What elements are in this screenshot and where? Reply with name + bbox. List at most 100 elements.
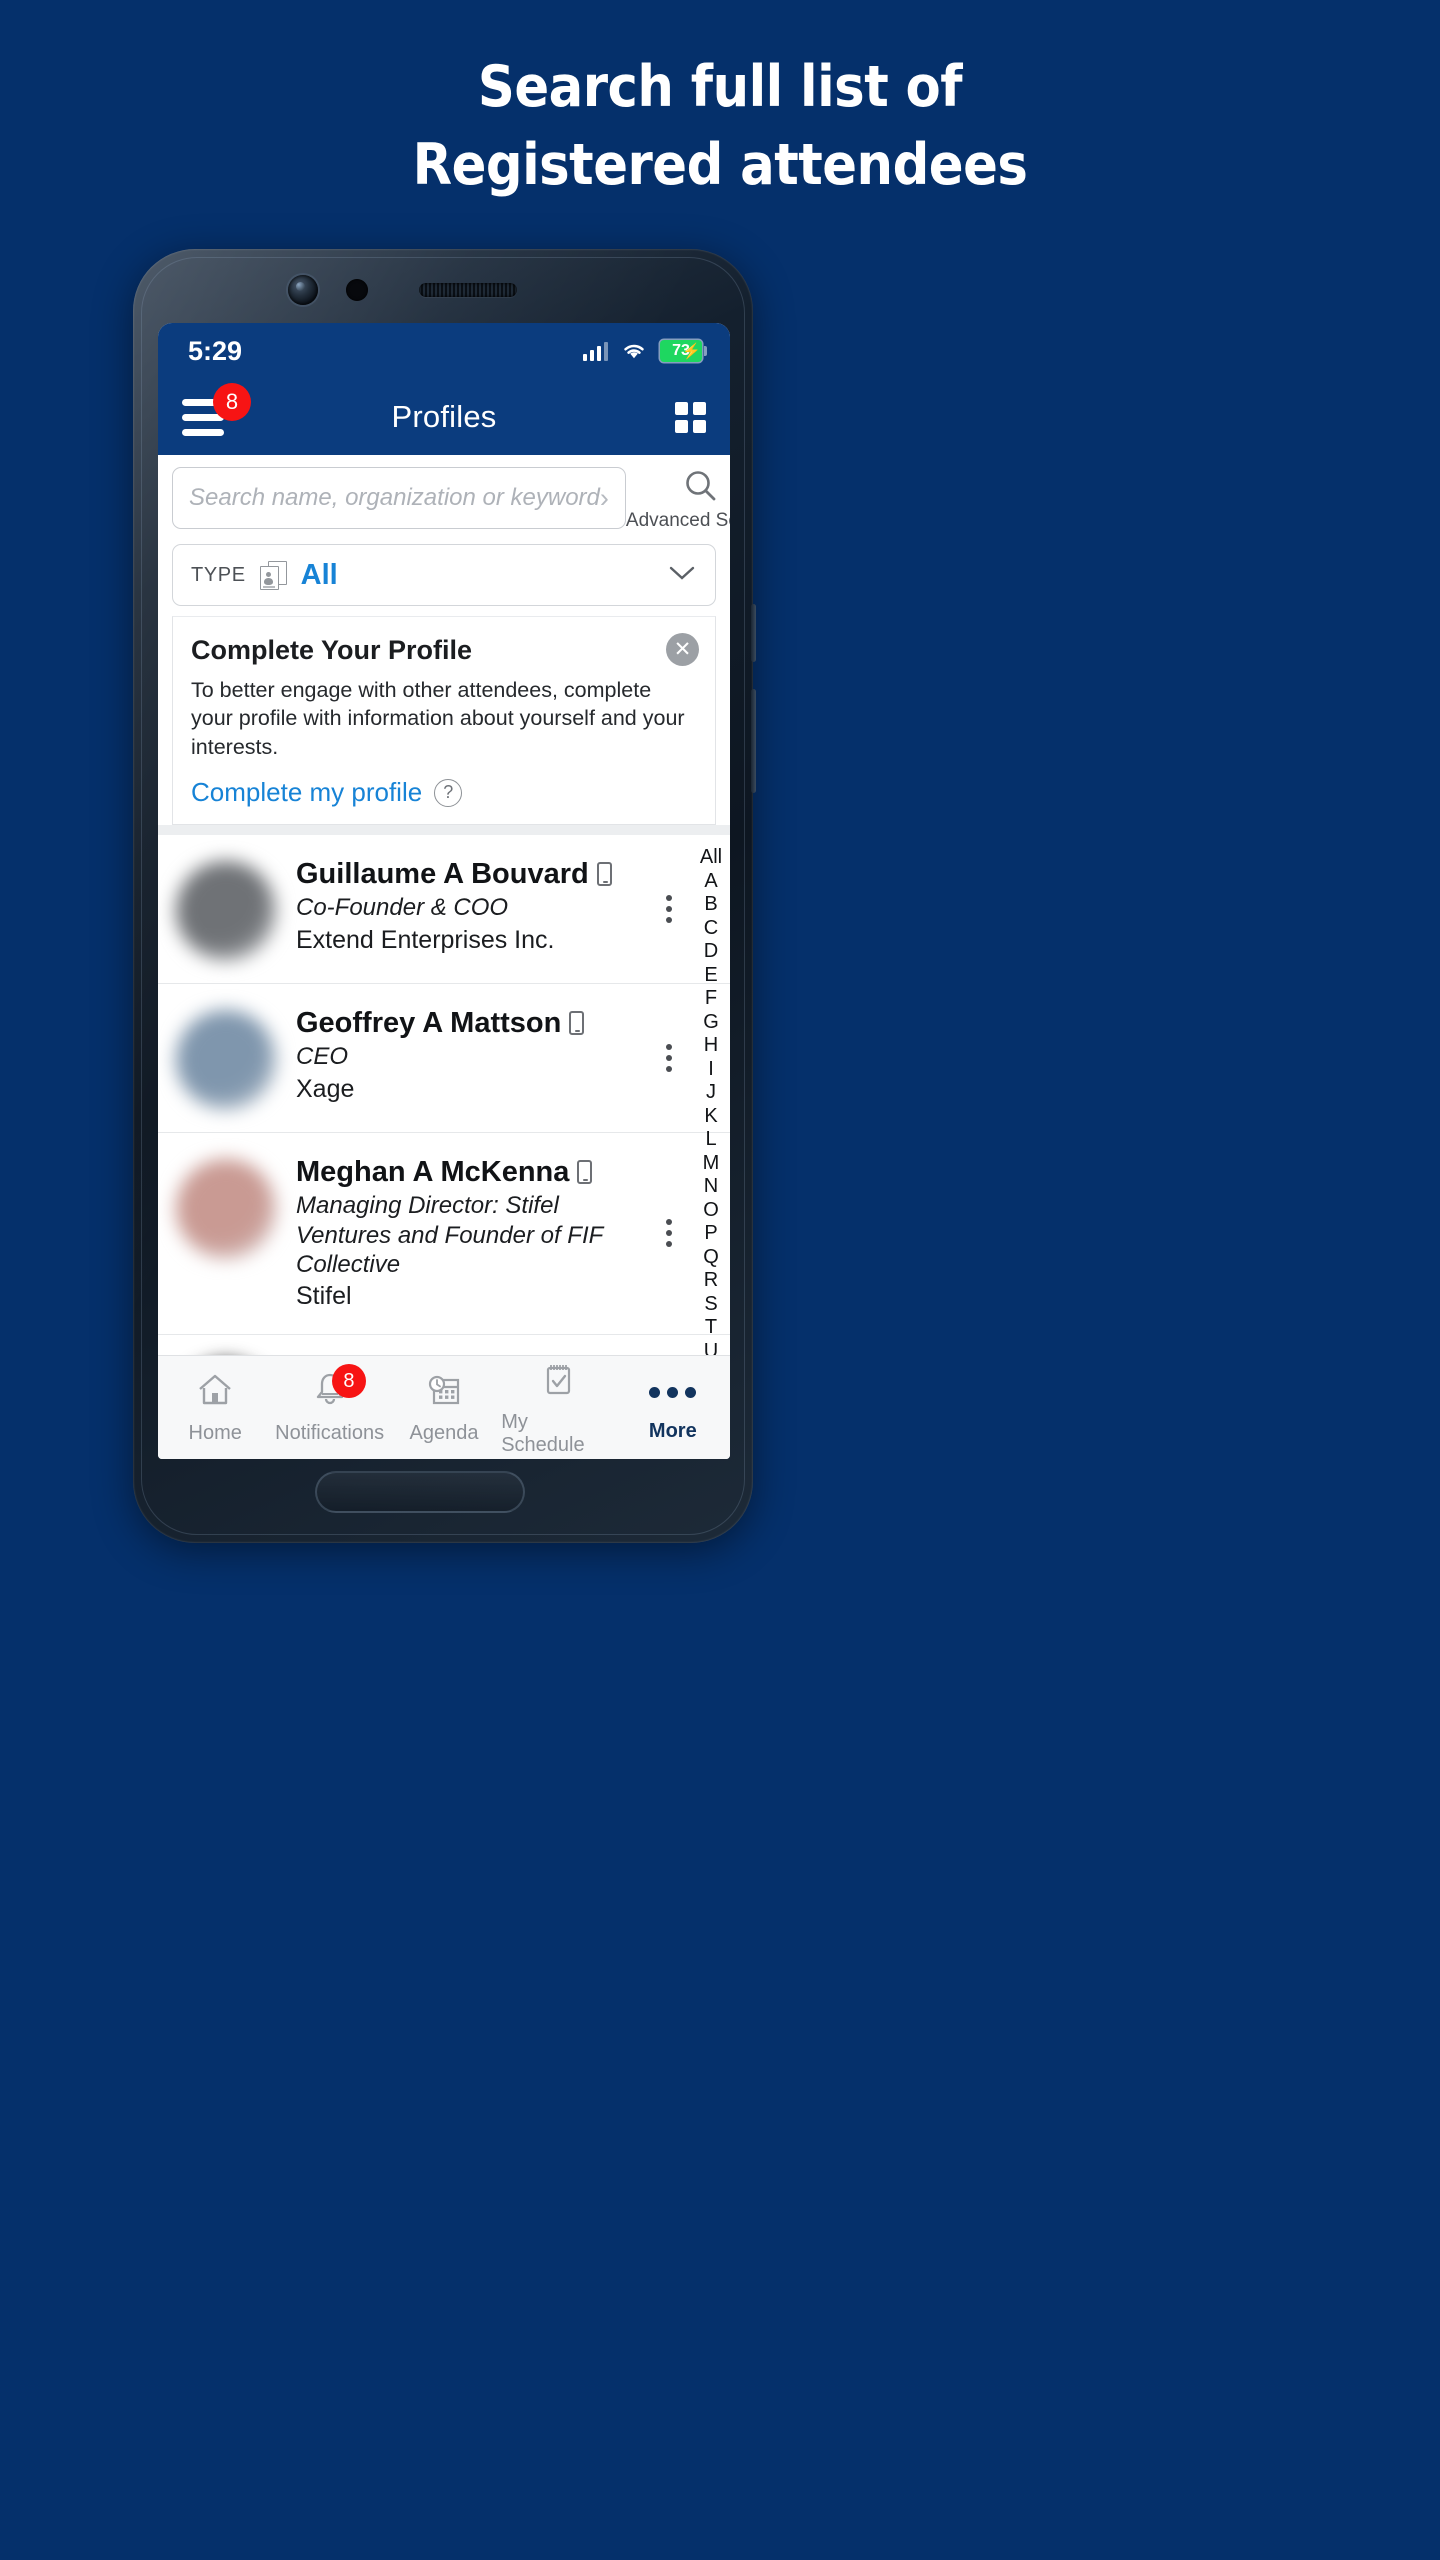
profile-organization: Xage xyxy=(296,1074,355,1103)
advanced-search-button[interactable]: Advanced Search xyxy=(626,467,730,532)
wifi-icon xyxy=(624,344,644,359)
nav-notification-badge: 8 xyxy=(331,1364,366,1398)
device-volume-button[interactable] xyxy=(751,604,756,662)
proximity-sensor-icon xyxy=(346,279,368,301)
alphabet-index-item[interactable]: M xyxy=(703,1153,720,1173)
alphabet-index-item[interactable]: O xyxy=(703,1200,719,1220)
alphabet-index-item[interactable]: P xyxy=(704,1223,717,1243)
advanced-search-label: Advanced Search xyxy=(625,510,730,531)
nav-item-label: Agenda xyxy=(409,1422,479,1444)
promo-headline-line-2: Registered attendees xyxy=(412,132,1028,198)
profile-organization: Stifel xyxy=(296,1282,352,1311)
profiles-list-container[interactable]: Guillaume A Bouvard Co-Founder & COO Exten… xyxy=(158,835,730,1355)
profile-info: Guillaume A Bouvard Co-Founder & COO Exten… xyxy=(296,857,730,955)
nav-item-label: Home xyxy=(188,1422,242,1444)
profile-job-title: Co-Founder & COO xyxy=(296,894,509,922)
nav-item-label: My Schedule xyxy=(501,1410,585,1456)
alphabet-index-item[interactable]: D xyxy=(704,941,718,961)
profile-list-item[interactable]: Guillaume A Bouvard Co-Founder & COO Exten… xyxy=(158,835,730,985)
alphabet-index-item[interactable]: J xyxy=(706,1082,716,1102)
nav-item-more[interactable]: More xyxy=(616,1373,730,1443)
alphabet-index-item[interactable]: K xyxy=(704,1106,717,1126)
alphabet-index-item[interactable]: F xyxy=(705,988,717,1008)
nav-item-agenda[interactable]: Agenda xyxy=(387,1370,501,1445)
profile-organization: Extend Enterprises Inc. xyxy=(296,925,555,954)
profile-overflow-menu-icon[interactable] xyxy=(666,1219,672,1248)
question-mark-icon[interactable]: ? xyxy=(434,778,463,807)
avatar xyxy=(176,1159,276,1260)
alphabet-index-item[interactable]: G xyxy=(703,1012,719,1032)
alphabet-index-item[interactable]: Q xyxy=(703,1247,719,1267)
notepad-check-icon xyxy=(538,1359,578,1404)
alphabet-index-item[interactable]: L xyxy=(705,1129,716,1149)
profile-name: Geoffrey A Mattson xyxy=(296,1006,644,1040)
hamburger-menu-icon[interactable]: 8 xyxy=(182,383,251,439)
nav-item-home[interactable]: Home xyxy=(158,1370,272,1445)
nav-item-label: Notifications xyxy=(275,1422,385,1444)
alphabet-index-item[interactable]: H xyxy=(704,1035,718,1055)
type-filter-label: TYPE xyxy=(191,563,246,586)
ellipsis-icon xyxy=(649,1373,697,1413)
complete-profile-body: To better engage with other attendees, c… xyxy=(191,678,685,759)
phone-screen: 5:29 73 ⚡ 8 Profiles Search name, organi… xyxy=(158,323,730,1459)
avatar xyxy=(176,1010,276,1111)
menu-notification-badge: 8 xyxy=(213,383,251,421)
alphabet-index-item[interactable]: B xyxy=(704,894,717,914)
type-filter-value: All xyxy=(300,558,338,591)
calendar-clock-icon xyxy=(424,1370,464,1415)
profile-name-text: Meghan A McKenna xyxy=(296,1156,570,1189)
complete-my-profile-link[interactable]: Complete my profile xyxy=(191,777,422,808)
search-input[interactable]: Search name, organization or keyword › xyxy=(172,467,626,529)
chevron-right-icon[interactable]: › xyxy=(600,484,609,512)
alphabet-index-item[interactable]: T xyxy=(705,1317,717,1337)
home-icon xyxy=(195,1370,235,1415)
signal-bars-icon xyxy=(582,341,608,361)
battery-icon: 73 ⚡ xyxy=(660,340,707,362)
profile-list-item[interactable]: Meghan A McKenna Managing Director: Stife… xyxy=(158,1133,730,1335)
profile-name-text: Geoffrey A Mattson xyxy=(296,1007,562,1040)
alphabet-index-item[interactable]: A xyxy=(704,871,717,891)
profile-overflow-menu-icon[interactable] xyxy=(666,895,672,924)
profile-list-item[interactable]: Rony AbovitzPresident & CEOSynthBee xyxy=(158,1335,730,1355)
bottom-navigation: Home 8 Notifications Agenda My Schedule More xyxy=(158,1355,730,1459)
alphabet-index-item[interactable]: N xyxy=(704,1176,718,1196)
alphabet-index-item[interactable]: I xyxy=(708,1059,714,1079)
profile-info: Geoffrey A Mattson CEO Xage xyxy=(296,1006,730,1104)
device-power-button[interactable] xyxy=(751,689,756,793)
profile-list-item[interactable]: Geoffrey A Mattson CEO Xage xyxy=(158,984,730,1134)
complete-profile-link-row: Complete my profile ? xyxy=(191,777,697,808)
search-row: Search name, organization or keyword › A… xyxy=(158,455,730,540)
profile-name: Meghan A McKenna xyxy=(296,1155,644,1189)
earpiece-speaker-icon xyxy=(419,283,517,297)
complete-profile-title: Complete Your Profile xyxy=(191,635,473,665)
status-time: 5:29 xyxy=(188,335,243,366)
profile-info: Meghan A McKenna Managing Director: Stife… xyxy=(296,1155,730,1312)
search-field-wrapper: Search name, organization or keyword › xyxy=(158,467,626,532)
charging-bolt-icon: ⚡ xyxy=(682,343,701,360)
alphabet-index-item[interactable]: U xyxy=(704,1341,718,1355)
alphabet-index-item[interactable]: S xyxy=(704,1294,717,1314)
complete-profile-card: Complete Your Profile To better engage w… xyxy=(172,616,716,826)
alphabet-index[interactable]: AllABCDEFGHIJKLMNOPQRSTUVWXYZ xyxy=(694,843,728,1355)
alphabet-index-item[interactable]: R xyxy=(704,1270,718,1290)
status-indicators: 73 ⚡ xyxy=(582,340,707,362)
section-divider xyxy=(158,825,730,836)
type-filter-dropdown[interactable]: TYPE All xyxy=(172,544,716,606)
mobile-phone-icon xyxy=(569,1011,585,1036)
avatar xyxy=(176,861,276,962)
profile-overflow-menu-icon[interactable] xyxy=(666,1044,672,1073)
device-top-bezel xyxy=(133,249,753,323)
type-filter-row: TYPE All xyxy=(158,540,730,616)
phone-device-frame: 5:29 73 ⚡ 8 Profiles Search name, organi… xyxy=(133,249,756,1543)
profile-cards-icon xyxy=(259,560,287,590)
close-icon[interactable]: ✕ xyxy=(666,633,699,666)
device-home-button[interactable] xyxy=(315,1471,525,1513)
nav-item-my-schedule[interactable]: My Schedule xyxy=(501,1359,615,1457)
chevron-down-icon[interactable] xyxy=(667,562,697,588)
nav-item-notifications[interactable]: 8 Notifications xyxy=(272,1364,386,1445)
alphabet-index-item[interactable]: C xyxy=(704,918,718,938)
alphabet-index-item[interactable]: E xyxy=(704,965,717,985)
profile-name-text: Guillaume A Bouvard xyxy=(296,858,589,891)
alphabet-index-item[interactable]: All xyxy=(700,847,722,867)
grid-view-icon[interactable] xyxy=(675,401,706,433)
